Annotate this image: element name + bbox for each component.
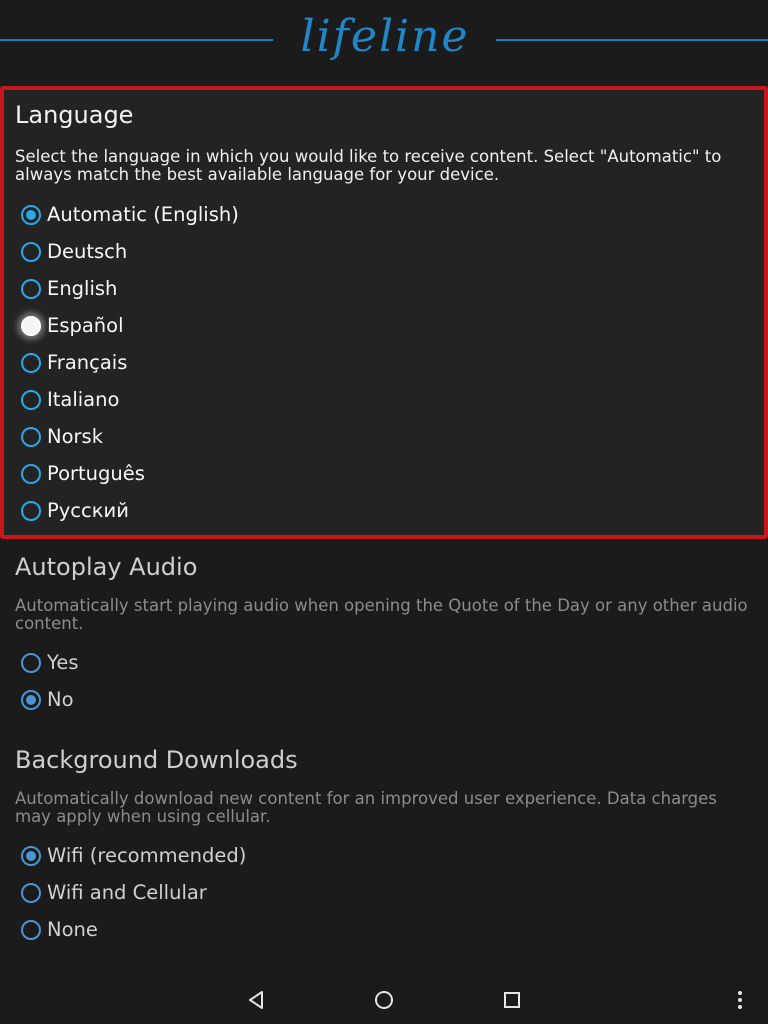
radio-unchecked-icon[interactable]	[21, 427, 41, 447]
option-label: Yes	[47, 651, 79, 674]
option-label: Español	[47, 314, 124, 337]
autoplay-description: Automatically start playing audio when o…	[15, 596, 748, 633]
option-label: Deutsch	[47, 240, 128, 263]
overflow-menu-button[interactable]	[728, 988, 752, 1012]
downloads-option-none[interactable]: None	[0, 911, 768, 948]
background-downloads-section: Background Downloads Automatically downl…	[0, 738, 768, 958]
autoplay-option-yes[interactable]: Yes	[0, 644, 768, 681]
radio-unchecked-icon[interactable]	[21, 390, 41, 410]
option-label: Русский	[47, 499, 129, 522]
autoplay-option-no[interactable]: No	[0, 681, 768, 718]
language-option-deutsch[interactable]: Deutsch	[4, 233, 764, 270]
radio-unchecked-icon[interactable]	[21, 653, 41, 673]
settings-screen: lifeline Language Select the language in…	[0, 0, 768, 1024]
radio-unchecked-icon[interactable]	[21, 464, 41, 484]
option-label: Automatic (English)	[47, 203, 239, 226]
header-divider-left	[0, 39, 273, 41]
downloads-title: Background Downloads	[15, 746, 298, 774]
language-description: Select the language in which you would l…	[15, 147, 722, 184]
radio-pressed-icon[interactable]	[21, 316, 41, 336]
language-option-english[interactable]: English	[4, 270, 764, 307]
app-logo: lifeline	[300, 11, 470, 62]
radio-unchecked-icon[interactable]	[21, 920, 41, 940]
downloads-option-wifi[interactable]: Wifi (recommended)	[0, 837, 768, 874]
language-option-norsk[interactable]: Norsk	[4, 418, 764, 455]
option-label: Wifi (recommended)	[47, 844, 247, 867]
downloads-option-wifi-cellular[interactable]: Wifi and Cellular	[0, 874, 768, 911]
radio-unchecked-icon[interactable]	[21, 279, 41, 299]
option-label: Français	[47, 351, 128, 374]
radio-unchecked-icon[interactable]	[21, 501, 41, 521]
back-button[interactable]	[244, 988, 268, 1012]
option-label: Wifi and Cellular	[47, 881, 207, 904]
language-option-italiano[interactable]: Italiano	[4, 381, 764, 418]
language-options: Automatic (English) Deutsch English Espa…	[4, 196, 764, 529]
recents-icon	[504, 992, 520, 1008]
option-label: English	[47, 277, 118, 300]
radio-checked-icon[interactable]	[21, 690, 41, 710]
radio-unchecked-icon[interactable]	[21, 242, 41, 262]
option-label: None	[47, 918, 98, 941]
downloads-options: Wifi (recommended) Wifi and Cellular Non…	[0, 837, 768, 948]
language-option-portugues[interactable]: Português	[4, 455, 764, 492]
language-option-russian[interactable]: Русский	[4, 492, 764, 529]
recents-button[interactable]	[500, 988, 524, 1012]
radio-unchecked-icon[interactable]	[21, 883, 41, 903]
downloads-description: Automatically download new content for a…	[15, 789, 717, 826]
autoplay-section: Autoplay Audio Automatically start playi…	[0, 545, 768, 725]
radio-checked-icon[interactable]	[21, 846, 41, 866]
app-header: lifeline	[0, 0, 768, 80]
option-label: Norsk	[47, 425, 103, 448]
language-title: Language	[15, 101, 134, 129]
option-label: Português	[47, 462, 145, 485]
option-label: Italiano	[47, 388, 120, 411]
radio-checked-icon[interactable]	[21, 205, 41, 225]
language-option-espanol[interactable]: Español	[4, 307, 764, 344]
back-icon	[249, 991, 263, 1009]
autoplay-title: Autoplay Audio	[15, 553, 198, 581]
language-option-francais[interactable]: Français	[4, 344, 764, 381]
more-vertical-icon	[738, 991, 742, 1009]
language-option-automatic[interactable]: Automatic (English)	[4, 196, 764, 233]
home-button[interactable]	[372, 988, 396, 1012]
home-icon	[375, 991, 393, 1009]
autoplay-options: Yes No	[0, 644, 768, 718]
language-section: Language Select the language in which yo…	[0, 86, 768, 539]
radio-unchecked-icon[interactable]	[21, 353, 41, 373]
system-nav-bar	[0, 976, 768, 1024]
option-label: No	[47, 688, 74, 711]
header-divider-right	[496, 39, 768, 41]
